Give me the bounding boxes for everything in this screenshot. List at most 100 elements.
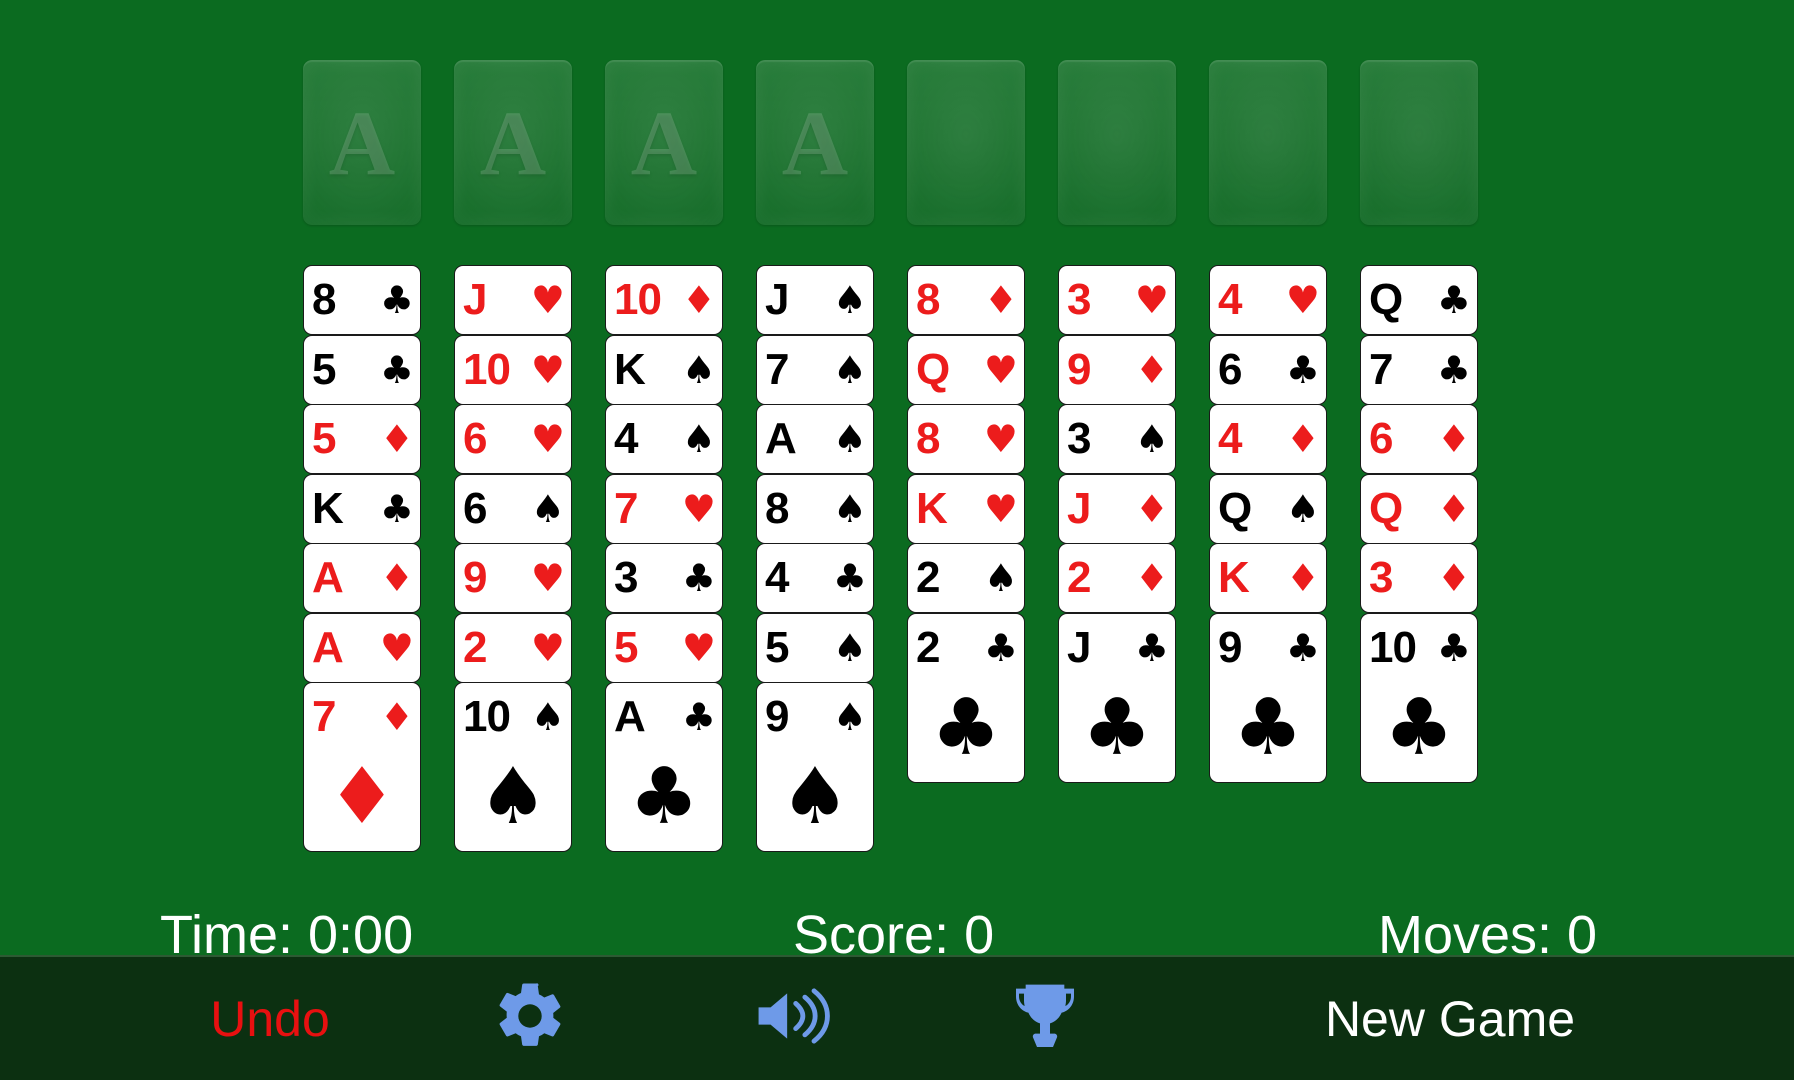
card[interactable]: 6 ♥ (454, 404, 572, 474)
card[interactable]: 4 ♠ (605, 404, 723, 474)
achievements-button[interactable] (975, 956, 1115, 1080)
card[interactable]: 7 ♦ ♦ (303, 682, 421, 852)
card-rank: 10 (1369, 622, 1417, 672)
tableau-column-1[interactable]: 8 ♣ 5 ♣ 5 ♦ K ♣ A ♦ A ♥ 7 ♦ ♦ (303, 265, 421, 852)
card[interactable]: 5 ♥ (605, 612, 723, 683)
card[interactable]: 3 ♣ (605, 543, 723, 613)
tableau-column-4[interactable]: J ♠ 7 ♠ A ♠ 8 ♠ 4 ♣ 5 ♠ 9 ♠ ♠ (756, 265, 874, 852)
foundation-3[interactable] (1209, 60, 1327, 225)
card-rank: 2 (1067, 553, 1092, 602)
hearts-icon: ♥ (681, 625, 716, 670)
card[interactable]: K ♠ (605, 334, 723, 405)
card[interactable]: 3 ♦ (1360, 543, 1478, 613)
card[interactable]: Q ♣ (1360, 265, 1478, 335)
card[interactable]: 2 ♦ (1058, 543, 1176, 613)
foundation-2[interactable] (1058, 60, 1176, 225)
card-rank: 4 (614, 414, 639, 463)
card[interactable]: 8 ♦ (907, 265, 1025, 335)
card[interactable]: 2 ♠ (907, 543, 1025, 613)
card[interactable]: 9 ♠ ♠ (756, 682, 874, 852)
card[interactable]: K ♦ (1209, 543, 1327, 613)
card-rank: K (614, 344, 646, 394)
tableau-column-5[interactable]: 8 ♦ Q ♥ 8 ♥ K ♥ 2 ♠ 2 ♣ ♣ (907, 265, 1025, 852)
diamonds-icon: ♦ (1134, 556, 1169, 600)
undo-button[interactable]: Undo (155, 956, 385, 1080)
settings-button[interactable] (460, 956, 600, 1080)
card[interactable]: Q ♠ (1209, 473, 1327, 544)
card[interactable]: J ♥ (454, 265, 572, 335)
free-cell-2[interactable]: A (454, 60, 572, 225)
card[interactable]: J ♦ (1058, 473, 1176, 544)
clubs-icon: ♣ (379, 486, 414, 531)
card-rank: 5 (312, 344, 337, 394)
card[interactable]: A ♠ (756, 404, 874, 474)
card[interactable]: 10 ♠ ♠ (454, 682, 572, 852)
card[interactable]: 2 ♣ ♣ (907, 612, 1025, 783)
card[interactable]: J ♠ (756, 265, 874, 335)
bottom-toolbar: Undo New Game (0, 955, 1794, 1080)
card[interactable]: 10 ♣ ♣ (1360, 612, 1478, 783)
card[interactable]: 7 ♣ (1360, 334, 1478, 405)
card-rank: 2 (916, 553, 941, 602)
free-cell-4[interactable]: A (756, 60, 874, 225)
foundation-1[interactable] (907, 60, 1025, 225)
card[interactable]: 9 ♦ (1058, 334, 1176, 405)
card[interactable]: 6 ♦ (1360, 404, 1478, 474)
free-cell-3[interactable]: A (605, 60, 723, 225)
diamonds-icon: ♦ (379, 695, 414, 739)
tableau-column-3[interactable]: 10 ♦ K ♠ 4 ♠ 7 ♥ 3 ♣ 5 ♥ A ♣ ♣ (605, 265, 723, 852)
foundation-4[interactable] (1360, 60, 1478, 225)
card[interactable]: 10 ♥ (454, 334, 572, 405)
card[interactable]: 4 ♣ (756, 543, 874, 613)
card[interactable]: 2 ♥ (454, 612, 572, 683)
card-rank: 3 (614, 553, 639, 602)
card[interactable]: Q ♥ (907, 334, 1025, 405)
card[interactable]: 5 ♣ (303, 334, 421, 405)
card[interactable]: 5 ♦ (303, 404, 421, 474)
card-rank: Q (1369, 483, 1403, 533)
card[interactable]: Q ♦ (1360, 473, 1478, 544)
card[interactable]: 7 ♥ (605, 473, 723, 544)
hearts-icon: ♥ (530, 278, 565, 322)
card[interactable]: 10 ♦ (605, 265, 723, 335)
card[interactable]: K ♣ (303, 473, 421, 544)
clubs-icon: ♣ (681, 695, 716, 739)
card[interactable]: K ♥ (907, 473, 1025, 544)
diamonds-icon: ♦ (1134, 486, 1169, 531)
card[interactable]: 8 ♣ (303, 265, 421, 335)
card[interactable]: 7 ♠ (756, 334, 874, 405)
card[interactable]: 4 ♦ (1209, 404, 1327, 474)
card[interactable]: A ♦ (303, 543, 421, 613)
card[interactable]: 6 ♣ (1209, 334, 1327, 405)
card[interactable]: 5 ♠ (756, 612, 874, 683)
card[interactable]: A ♥ (303, 612, 421, 683)
clubs-large-icon: ♣ (1233, 682, 1303, 773)
card[interactable]: 8 ♠ (756, 473, 874, 544)
hearts-icon: ♥ (983, 417, 1018, 461)
card[interactable]: 9 ♥ (454, 543, 572, 613)
card[interactable]: 9 ♣ ♣ (1209, 612, 1327, 783)
card[interactable]: 3 ♠ (1058, 404, 1176, 474)
gear-icon (491, 977, 569, 1060)
card[interactable]: A ♣ ♣ (605, 682, 723, 852)
card-rank: J (765, 275, 790, 324)
clubs-icon: ♣ (1436, 347, 1471, 392)
card[interactable]: 8 ♥ (907, 404, 1025, 474)
tableau-column-2[interactable]: J ♥ 10 ♥ 6 ♥ 6 ♠ 9 ♥ 2 ♥ 10 ♠ ♠ (454, 265, 572, 852)
freecell-game-board: A A A A 8 ♣ 5 ♣ 5 ♦ K ♣ A ♦ A ♥ 7 ♦ ♦ J ♥ 10 ♥ 6 ♥ 6 ♠ 9 ♥ 2 ♥ 10 ♠ ♠… (0, 0, 1794, 1080)
card[interactable]: 4 ♥ (1209, 265, 1327, 335)
card[interactable]: J ♣ ♣ (1058, 612, 1176, 783)
free-cell-1[interactable]: A (303, 60, 421, 225)
sound-button[interactable] (720, 956, 860, 1080)
new-game-button[interactable]: New Game (1280, 956, 1620, 1080)
card[interactable]: 3 ♥ (1058, 265, 1176, 335)
diamonds-icon: ♦ (1285, 556, 1320, 600)
card[interactable]: 6 ♠ (454, 473, 572, 544)
card-rank: 5 (614, 622, 639, 672)
tableau-column-6[interactable]: 3 ♥ 9 ♦ 3 ♠ J ♦ 2 ♦ J ♣ ♣ (1058, 265, 1176, 852)
tableau-column-8[interactable]: Q ♣ 7 ♣ 6 ♦ Q ♦ 3 ♦ 10 ♣ ♣ (1360, 265, 1478, 852)
spades-icon: ♠ (1134, 417, 1169, 461)
diamonds-icon: ♦ (681, 278, 716, 322)
tableau-column-7[interactable]: 4 ♥ 6 ♣ 4 ♦ Q ♠ K ♦ 9 ♣ ♣ (1209, 265, 1327, 852)
hearts-icon: ♥ (530, 625, 565, 670)
